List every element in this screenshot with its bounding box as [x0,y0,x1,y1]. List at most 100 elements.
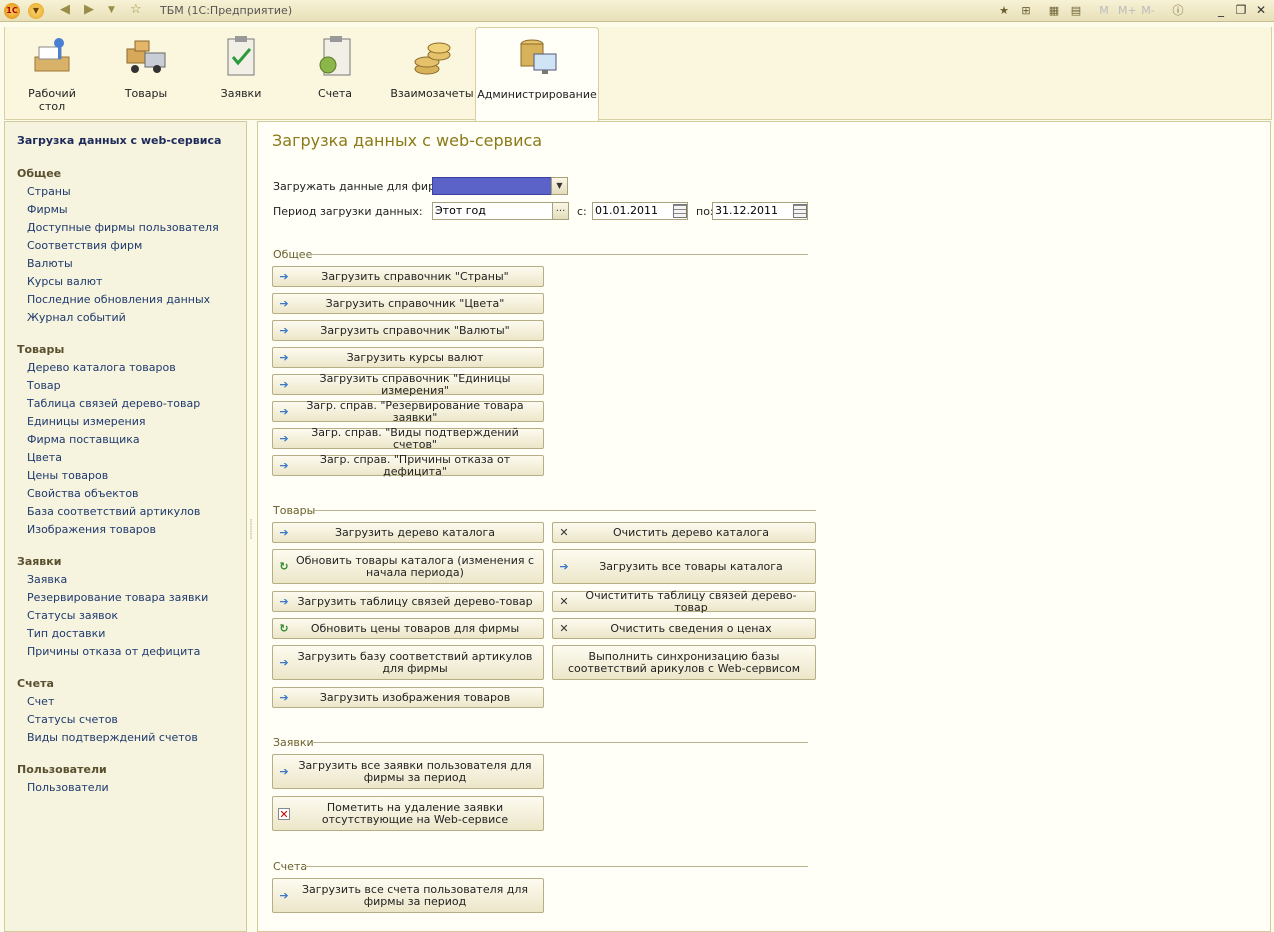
nav-item-firm-mapping[interactable]: Соответствия фирм [27,239,142,252]
section-goods[interactable]: Товары [113,27,179,120]
button-label: Загрузить дерево каталога [334,525,496,539]
nav-item-countries[interactable]: Страны [27,185,71,198]
sync-article-base-button[interactable]: Выполнить синхронизацию базы соответстви… [552,645,816,680]
clear-prices-button[interactable]: Очистить сведения о ценах [552,618,816,639]
load-units-button[interactable]: Загрузить справочник "Единицы измерения" [272,372,544,396]
forward-arrow-icon[interactable]: ▶ [84,2,94,17]
button-label: Загрузить все заявки пользователя для фи… [298,758,532,784]
update-catalog-products-button[interactable]: Обновить товары каталога (изменения с на… [272,549,544,584]
group-invoices-title: Счета [273,860,308,873]
info-icon[interactable]: ⓘ [1170,3,1186,19]
load-confirmations-button[interactable]: Загр. справ. "Виды подтверждений счетов" [272,426,544,450]
mark-missing-orders-button[interactable]: Пометить на удаление заявки отсутствующи… [272,796,544,831]
arrow-right-icon [278,596,290,608]
nav-item-object-properties[interactable]: Свойства объектов [27,487,139,500]
arrow-right-icon [278,352,290,364]
nav-item-colors[interactable]: Цвета [27,451,62,464]
arrow-right-icon [278,460,290,472]
nav-group-goods: Товары [17,343,65,356]
nav-item-units[interactable]: Единицы измерения [27,415,146,428]
clear-tree-product-links-button[interactable]: Очиститить таблицу связей дерево-товар [552,589,816,613]
nav-item-order[interactable]: Заявка [27,573,67,586]
calendar-icon[interactable] [673,204,687,218]
close-button[interactable]: ✕ [1252,2,1270,19]
nav-item-order-reservation[interactable]: Резервирование товара заявки [27,591,208,604]
section-settlements[interactable]: Взаимозачеты [387,27,477,120]
delete-mark-icon [278,807,290,820]
calendar-icon[interactable]: ▤ [1068,3,1084,19]
period-input[interactable]: Этот год [432,202,553,220]
back-arrow-icon[interactable]: ◀ [60,2,70,17]
favorites-star-icon[interactable]: ☆ [130,2,142,17]
load-all-user-orders-button[interactable]: Загрузить все заявки пользователя для фи… [272,754,544,789]
load-refusal-reasons-button[interactable]: Загр. справ. "Причины отказа от дефицита… [272,452,544,478]
arrow-right-icon [278,890,290,902]
nav-item-product-images[interactable]: Изображения товаров [27,523,156,536]
section-label: Взаимозачеты [390,87,474,100]
load-all-user-invoices-button[interactable]: Загрузить все счета пользователя для фир… [272,878,544,913]
load-catalog-tree-button[interactable]: Загрузить дерево каталога [272,522,544,543]
load-reservation-button[interactable]: Загр. справ. "Резервирование товара заяв… [272,399,544,423]
nav-item-product[interactable]: Товар [27,379,61,392]
load-tree-product-links-button[interactable]: Загрузить таблицу связей дерево-товар [272,591,544,612]
clear-catalog-tree-button[interactable]: Очистить дерево каталога [552,522,816,543]
nav-item-order-statuses[interactable]: Статусы заявок [27,609,118,622]
section-label: Товары [124,87,168,100]
memory-m-icon: M [1099,4,1109,17]
load-product-images-button[interactable]: Загрузить изображения товаров [272,687,544,708]
nav-item-firms[interactable]: Фирмы [27,203,68,216]
section-invoices[interactable]: Счета [302,27,368,120]
minimize-button[interactable]: _ [1212,2,1230,19]
load-exchange-rates-button[interactable]: Загрузить курсы валют [272,347,544,368]
app-logo-icon[interactable]: 1С [4,3,20,19]
nav-item-article-base[interactable]: База соответствий артикулов [27,505,200,518]
load-currencies-button[interactable]: Загрузить справочник "Валюты" [272,320,544,341]
group-divider [310,254,808,255]
nav-item-user-firms[interactable]: Доступные фирмы пользователя [27,221,219,234]
nav-item-tree-product-links[interactable]: Таблица связей дерево-товар [27,397,200,410]
clipboard-icon [227,36,255,76]
nav-title[interactable]: Загрузка данных с web-сервиса [17,134,221,147]
nav-item-delivery-type[interactable]: Тип доставки [27,627,105,640]
button-label: Загр. справ. "Причины отказа от дефицита… [319,452,511,478]
group-orders-title: Заявки [273,736,314,749]
load-colors-button[interactable]: Загрузить справочник "Цвета" [272,293,544,314]
from-label: с: [577,205,587,218]
page-title: Загрузка данных с web-сервиса [272,131,543,150]
nav-item-exchange-rates[interactable]: Курсы валют [27,275,102,288]
arrow-right-icon [278,766,290,778]
section-desktop[interactable]: Рабочий стол [19,27,85,120]
nav-item-catalog-tree[interactable]: Дерево каталога товаров [27,361,176,374]
calculator-icon[interactable]: ▦ [1046,3,1062,19]
restore-button[interactable]: ❐ [1232,2,1250,19]
load-countries-button[interactable]: Загрузить справочник "Страны" [272,266,544,287]
section-orders[interactable]: Заявки [208,27,274,120]
calendar-icon[interactable] [793,204,807,218]
history-dropdown-icon[interactable]: ▼ [108,5,115,15]
nav-item-last-updates[interactable]: Последние обновления данных [27,293,210,306]
nav-item-invoice-statuses[interactable]: Статусы счетов [27,713,118,726]
firm-dropdown-button[interactable]: ▼ [551,177,568,195]
section-administration[interactable]: Администрирование [475,27,599,121]
nav-item-invoice-confirmations[interactable]: Виды подтверждений счетов [27,731,198,744]
bookmark-icon[interactable]: ⊞ [1018,3,1034,19]
panel-splitter[interactable]: ⁞ ⁞ ⁞ [248,519,254,560]
nav-item-refusal-reasons[interactable]: Причины отказа от дефицита [27,645,200,658]
main-menu-icon[interactable]: ▼ [28,3,44,19]
add-favorite-icon[interactable]: ★ [996,3,1012,19]
group-divider [311,742,808,743]
nav-item-currencies[interactable]: Валюты [27,257,73,270]
arrow-right-icon [278,657,290,669]
nav-item-invoice[interactable]: Счет [27,695,54,708]
nav-item-supplier-firm[interactable]: Фирма поставщика [27,433,140,446]
load-article-base-button[interactable]: Загрузить базу соответствий артикулов дл… [272,645,544,680]
firm-select[interactable] [432,177,552,195]
nav-item-prices[interactable]: Цены товаров [27,469,108,482]
refresh-icon [278,623,290,635]
nav-item-users[interactable]: Пользователи [27,781,109,794]
load-all-catalog-products-button[interactable]: Загрузить все товары каталога [552,549,816,584]
nav-item-event-log[interactable]: Журнал событий [27,311,126,324]
arrow-right-icon [278,271,290,283]
update-prices-button[interactable]: Обновить цены товаров для фирмы [272,618,544,639]
period-select-button[interactable]: ... [552,202,569,220]
